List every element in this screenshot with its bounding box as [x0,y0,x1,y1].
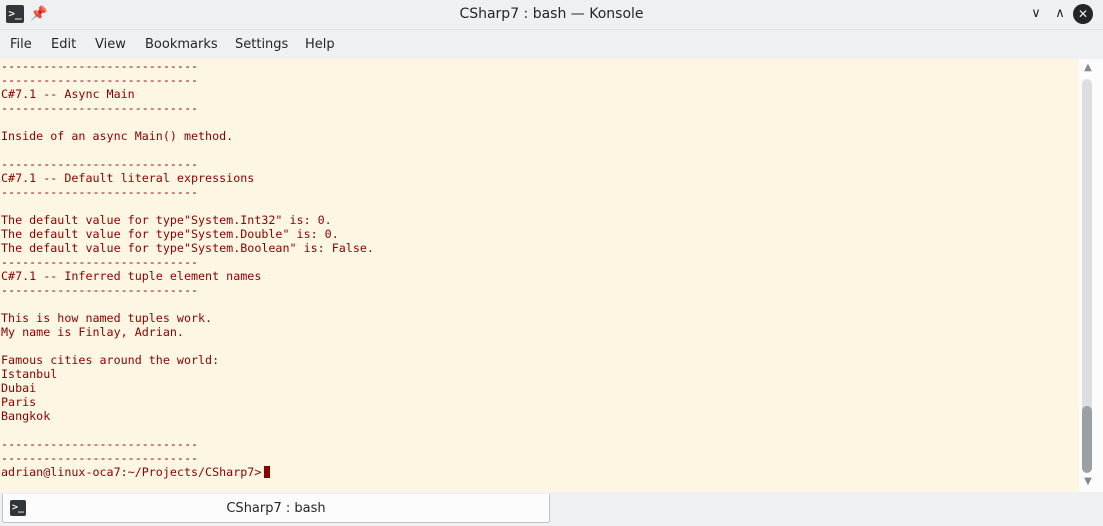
terminal-line: Bangkok [1,409,51,423]
title-bar[interactable]: >_ 📌 CSharp7 : bash — Konsole ∨ ∧ ✕ [0,0,1103,30]
terminal-line: C#7.1 -- Default literal expressions [1,171,255,185]
maximize-button[interactable]: ∧ [1051,5,1069,23]
menu-help[interactable]: Help [305,37,335,52]
terminal-line: The default value for type"System.Double… [1,227,339,241]
terminal-line: Famous cities around the world: [1,353,220,367]
tab-bar: >_ CSharp7 : bash [0,492,1103,526]
menu-settings[interactable]: Settings [235,37,288,52]
menu-file[interactable]: File [10,37,32,52]
tab-label: CSharp7 : bash [226,501,326,516]
shell-prompt: adrian@linux-oca7:~/Projects/CSharp7> [1,465,262,479]
terminal-line: My name is Finlay, Adrian. [1,325,184,339]
menu-view[interactable]: View [95,37,126,52]
terminal-line: This is how named tuples work. [1,311,213,325]
terminal-line: The default value for type"System.Int32"… [1,213,332,227]
terminal-line: ---------------------------- [1,255,199,269]
terminal-line: Istanbul [1,367,58,381]
terminal-line: ---------------------------- [1,157,199,171]
terminal-line: C#7.1 -- Inferred tuple element names [1,269,262,283]
tab-session[interactable]: >_ CSharp7 : bash [2,494,550,523]
minimize-button[interactable]: ∨ [1027,5,1045,23]
scroll-up-arrow[interactable]: ▲ [1079,61,1097,75]
terminal-line: Dubai [1,381,37,395]
terminal-line: ---------------------------- [1,59,199,73]
terminal-line: Paris [1,395,37,409]
close-button[interactable]: ✕ [1073,4,1093,24]
menu-bookmarks[interactable]: Bookmarks [145,37,218,52]
vertical-scrollbar[interactable]: ▲ ▼ [1079,59,1103,492]
scroll-thumb[interactable] [1082,406,1092,473]
terminal-line: Inside of an async Main() method. [1,129,234,143]
menu-bar: File Edit View Bookmarks Settings Help [0,30,1103,58]
terminal-line: ---------------------------- [1,73,199,87]
terminal-line: ---------------------------- [1,185,199,199]
terminal-view[interactable]: ---------------------------- -----------… [0,59,1079,492]
terminal-line: ---------------------------- [1,437,199,451]
window-title: CSharp7 : bash — Konsole [459,6,644,22]
terminal-line: ---------------------------- [1,451,199,465]
terminal-line: ---------------------------- [1,101,199,115]
terminal-line: C#7.1 -- Async Main [1,87,135,101]
scroll-down-arrow[interactable]: ▼ [1079,475,1097,489]
terminal-line: The default value for type"System.Boolea… [1,241,374,255]
terminal-line: ---------------------------- [1,283,199,297]
terminal-output: ---------------------------- -----------… [0,59,1079,479]
menu-edit[interactable]: Edit [51,37,76,52]
text-cursor [264,466,271,478]
